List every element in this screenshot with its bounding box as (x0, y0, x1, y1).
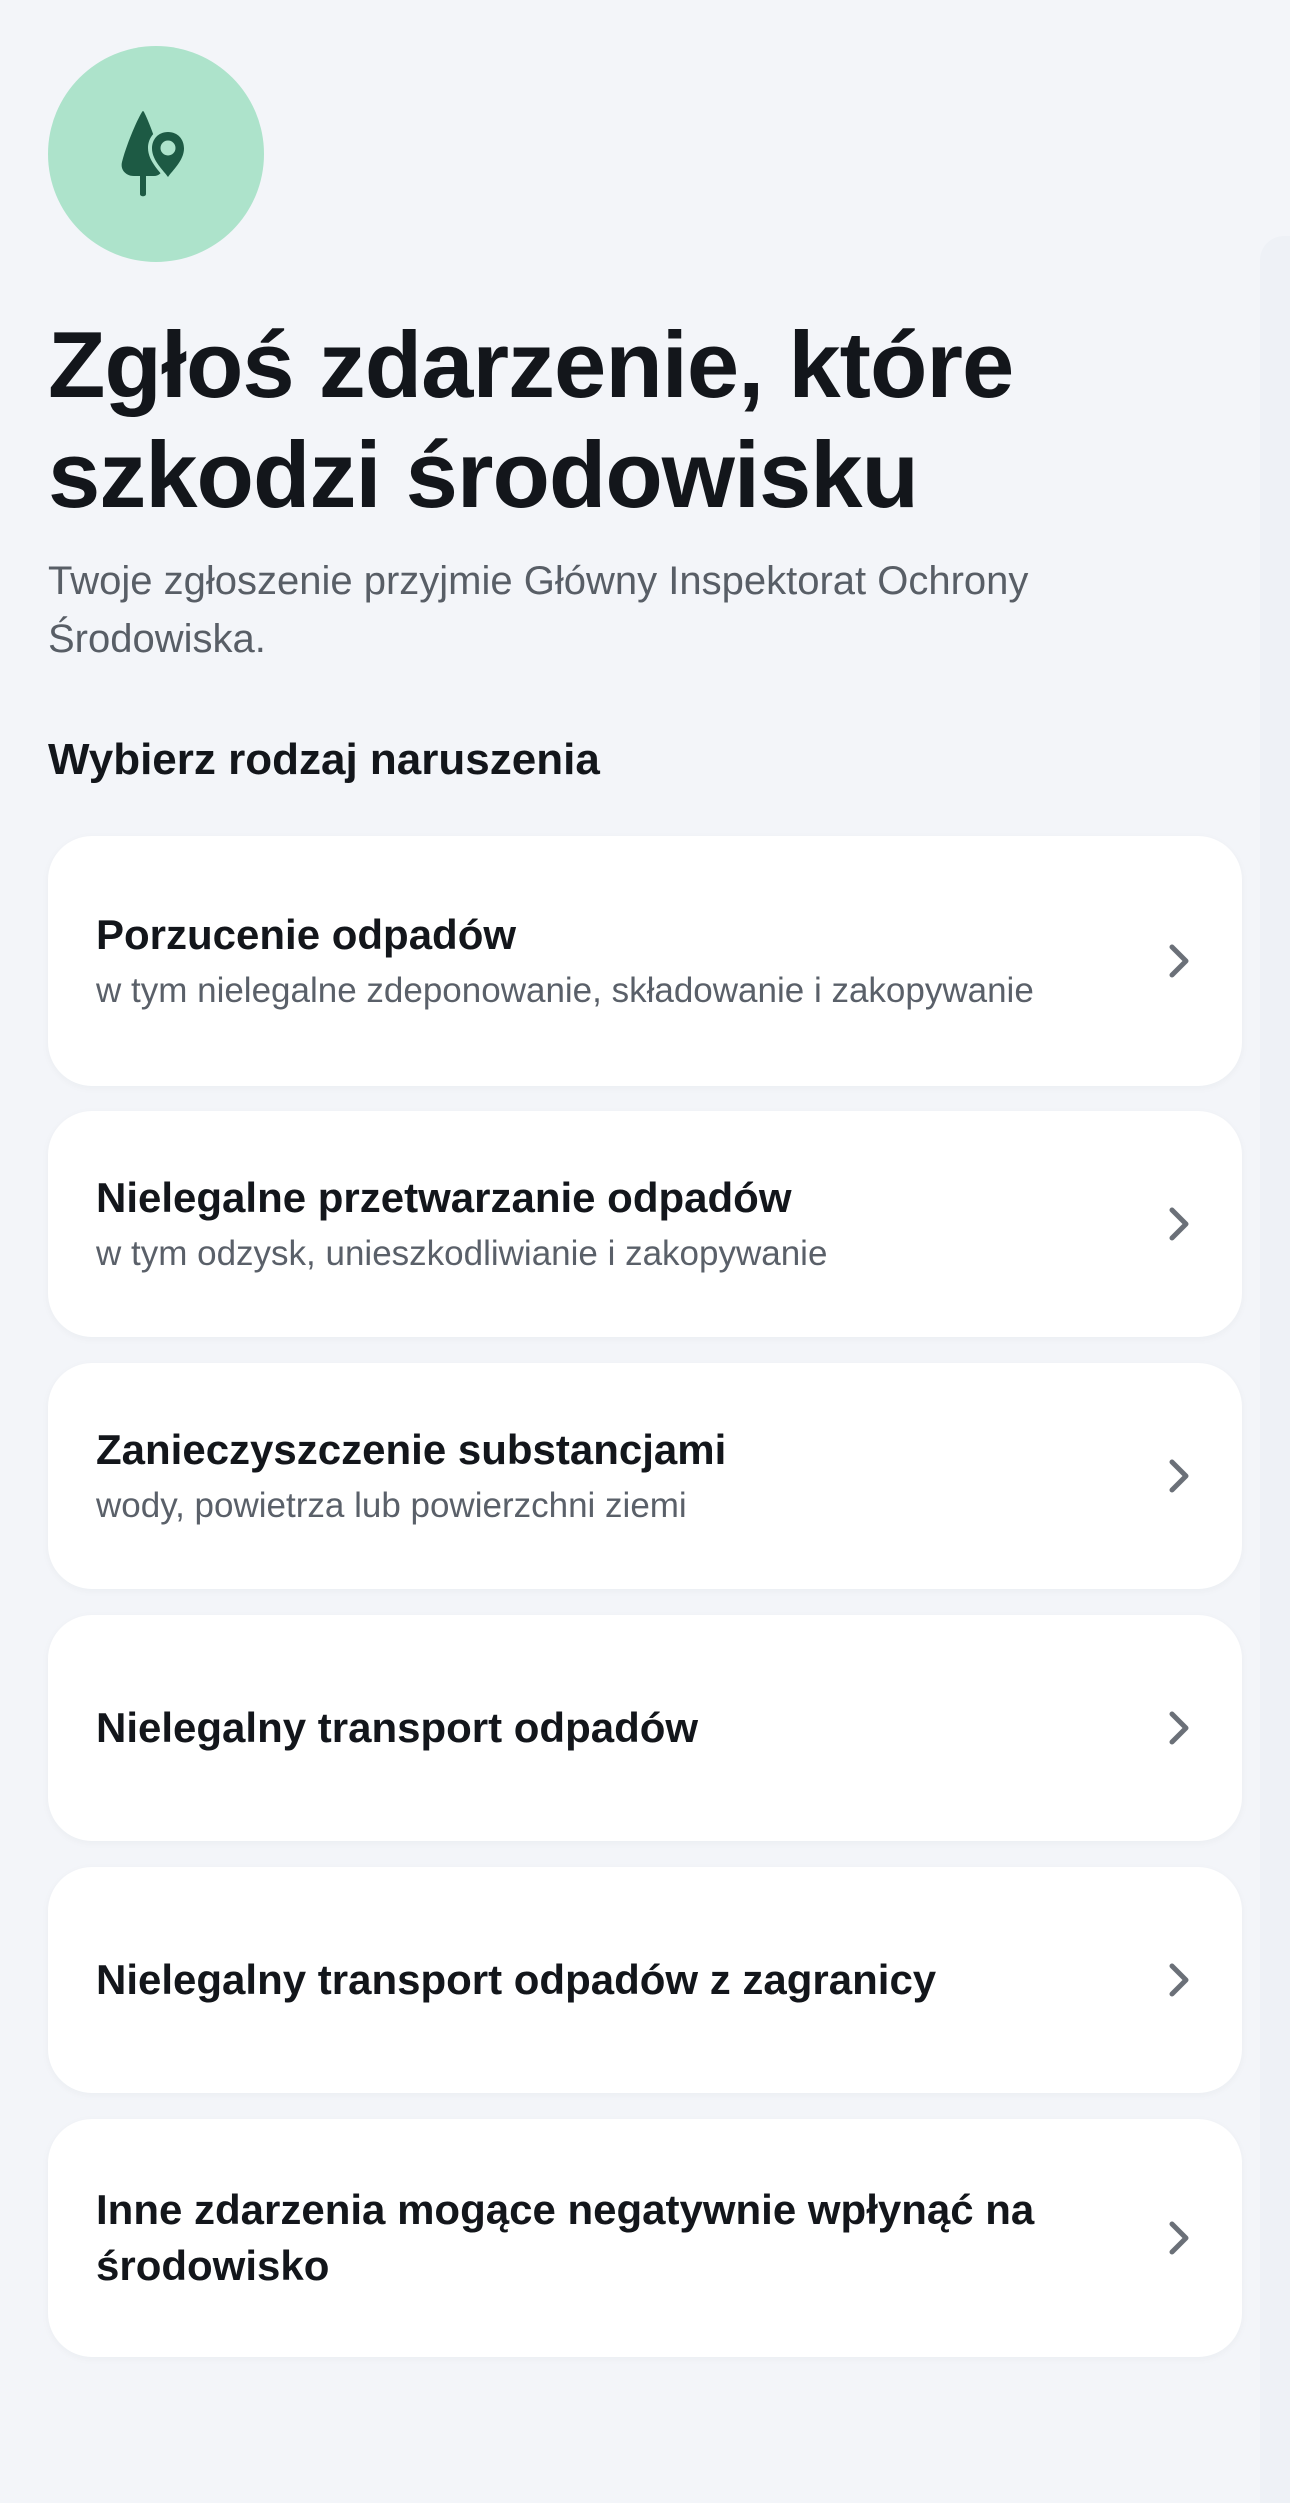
option-card-transport-z-zagranicy[interactable]: Nielegalny transport odpadów z zagranicy (48, 1867, 1242, 2093)
option-title: Nielegalny transport odpadów z zagranicy (96, 1956, 937, 2003)
option-text: Zanieczyszczenie substancjami wody, powi… (96, 1422, 1164, 1530)
chevron-right-icon (1169, 1459, 1189, 1493)
background-panel-edge (1260, 236, 1290, 2503)
page-title: Zgłoś zdarzenie, które szkodzi środowisk… (48, 312, 1014, 527)
option-text: Nielegalny transport odpadów (96, 1700, 1164, 1756)
option-text: Inne zdarzenia mogące negatywnie wpłynąć… (96, 2182, 1164, 2294)
option-card-nielegalne-przetwarzanie[interactable]: Nielegalne przetwarzanie odpadów w tym o… (48, 1111, 1242, 1337)
option-text: Nielegalny transport odpadów z zagranicy (96, 1952, 1164, 2008)
option-text: Nielegalne przetwarzanie odpadów w tym o… (96, 1170, 1164, 1278)
chevron-right-icon (1169, 1207, 1189, 1241)
chevron-right-icon (1169, 944, 1189, 978)
option-title: Nielegalne przetwarzanie odpadów (96, 1174, 792, 1221)
section-label: Wybierz rodzaj naruszenia (48, 735, 600, 784)
page-subtitle: Twoje zgłoszenie przyjmie Główny Inspekt… (48, 559, 1029, 661)
option-title: Porzucenie odpadów (96, 911, 517, 958)
chevron-right-icon (1169, 1963, 1189, 1997)
chevron-right-icon (1169, 2221, 1189, 2255)
chevron-right-icon (1169, 1711, 1189, 1745)
option-card-porzucenie-odpadow[interactable]: Porzucenie odpadów w tym nielegalne zdep… (48, 836, 1242, 1086)
option-description: w tym odzysk, unieszkodliwianie i zakopy… (96, 1234, 828, 1273)
option-title: Zanieczyszczenie substancjami (96, 1426, 727, 1473)
option-card-inne-zdarzenia[interactable]: Inne zdarzenia mogące negatywnie wpłynąć… (48, 2119, 1242, 2357)
tree-location-icon (48, 46, 264, 262)
option-description: wody, powietrza lub powierzchni ziemi (96, 1486, 687, 1525)
option-description: w tym nielegalne zdeponowanie, składowan… (96, 971, 1034, 1010)
option-title: Inne zdarzenia mogące negatywnie wpłynąć… (96, 2186, 1035, 2289)
option-card-nielegalny-transport[interactable]: Nielegalny transport odpadów (48, 1615, 1242, 1841)
option-text: Porzucenie odpadów w tym nielegalne zdep… (96, 907, 1164, 1015)
option-card-zanieczyszczenie-substancjami[interactable]: Zanieczyszczenie substancjami wody, powi… (48, 1363, 1242, 1589)
option-title: Nielegalny transport odpadów (96, 1704, 699, 1751)
